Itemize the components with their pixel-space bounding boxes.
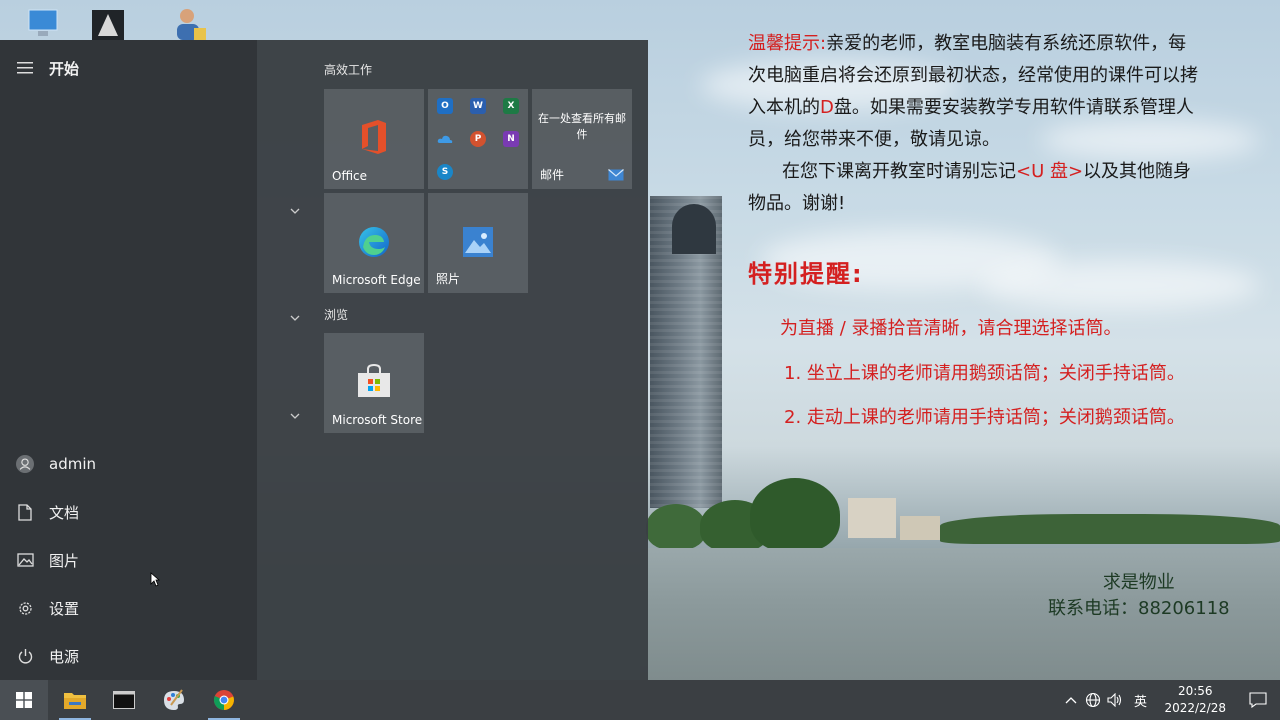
system-tray: 英 20:56 2022/2/28 — [1060, 680, 1280, 720]
folder-icon — [64, 693, 86, 709]
tile-label: Office — [332, 169, 368, 183]
tile-label: 照片 — [436, 272, 461, 286]
terminal-icon — [113, 691, 135, 709]
excel-icon: X — [503, 98, 519, 114]
pictures-label: 图片 — [49, 551, 80, 570]
powerpoint-icon: P — [470, 131, 486, 147]
office-icon — [324, 119, 424, 155]
mail-tile-text: 在一处查看所有邮件 — [538, 112, 626, 141]
app-shortcut-icon[interactable] — [90, 6, 126, 40]
special-reminder-line: 为直播 / 录播拾音清晰，请合理选择话筒。 — [780, 318, 1122, 339]
settings-label: 设置 — [49, 599, 80, 618]
tree — [646, 504, 706, 550]
user-name: admin — [49, 455, 96, 473]
store-icon — [324, 363, 424, 399]
notice-text: 物品。谢谢! — [748, 193, 846, 214]
cloud — [980, 260, 1260, 310]
paint-palette-icon — [164, 689, 184, 710]
photos-icon — [428, 227, 528, 257]
skype-icon: S — [437, 164, 453, 180]
property-name: 求是物业 — [1102, 572, 1175, 593]
start-menu-expand-button[interactable]: 开始 — [0, 46, 257, 90]
document-icon — [16, 503, 34, 521]
taskbar-paint-app[interactable] — [150, 680, 198, 720]
taskbar-terminal[interactable] — [100, 680, 148, 720]
tower-crown — [672, 204, 716, 254]
edge-icon — [324, 225, 424, 259]
notice-text: 入本机的 — [748, 97, 820, 118]
tile-microsoft-store[interactable]: Microsoft Store — [324, 333, 424, 433]
input-language-indicator[interactable]: 英 — [1126, 680, 1154, 720]
chevron-down-icon[interactable] — [288, 313, 302, 323]
taskbar-chrome[interactable] — [200, 680, 248, 720]
tile-photos[interactable]: 照片 — [428, 193, 528, 293]
tile-label: Microsoft Store — [332, 413, 423, 427]
notice-text: 次电脑重启将会还原到最初状态，经常使用的课件可以拷 — [748, 65, 1198, 86]
user-avatar-icon — [16, 455, 34, 473]
settings-button[interactable]: 设置 — [0, 586, 257, 630]
notice-highlight: D — [820, 97, 834, 118]
mail-icon — [608, 169, 624, 181]
documents-label: 文档 — [49, 503, 80, 522]
shoreline — [640, 478, 1280, 552]
notice-heading: 温馨提示: — [748, 33, 827, 54]
tree-line — [940, 514, 1280, 544]
group-label-productivity[interactable]: 高效工作 — [324, 61, 372, 78]
hamburger-icon — [16, 59, 34, 77]
taskbar-clock[interactable]: 20:56 2022/2/28 — [1154, 683, 1236, 717]
computer-icon[interactable] — [26, 6, 62, 40]
clock-date: 2022/2/28 — [1164, 701, 1226, 715]
tile-label: Microsoft Edge — [332, 273, 421, 287]
power-icon — [16, 647, 34, 665]
gear-icon — [16, 599, 34, 617]
taskbar: 英 20:56 2022/2/28 — [0, 680, 1280, 720]
special-reminder-title: 特别提醒: — [748, 260, 864, 288]
tile-label: 邮件 — [540, 168, 565, 182]
notice-text: 以及其他随身 — [1083, 161, 1192, 182]
notification-center-icon[interactable] — [1236, 680, 1280, 720]
wallpaper-notice: 温馨提示:亲爱的老师，教室电脑装有系统还原软件，每 次电脑重启将会还原到最初状态… — [748, 28, 1248, 220]
notice-highlight: <U 盘> — [1016, 161, 1084, 182]
documents-button[interactable]: 文档 — [0, 490, 257, 534]
notice-text: 在您下课离开教室时请别忘记 — [782, 161, 1016, 182]
tile-office-apps-folder[interactable]: O W X P N S — [428, 89, 528, 189]
group-label-browse[interactable]: 浏览 — [324, 306, 348, 323]
network-globe-icon[interactable] — [1082, 680, 1104, 720]
chevron-up-icon[interactable] — [1060, 680, 1082, 720]
property-contact: 求是物业 联系电话：88206118 — [1048, 570, 1230, 622]
notice-text: 亲爱的老师，教室电脑装有系统还原软件，每 — [826, 33, 1187, 54]
outlook-icon: O — [437, 98, 453, 114]
notice-text: 盘。如果需要安装教学专用软件请联系管理人 — [833, 97, 1194, 118]
chevron-down-icon[interactable] — [288, 411, 302, 421]
special-reminder-line: 2. 走动上课的老师请用手持话筒；关闭鹅颈话筒。 — [784, 407, 1185, 428]
mouse-cursor-icon — [150, 572, 160, 587]
tile-microsoft-edge[interactable]: Microsoft Edge — [324, 193, 424, 293]
power-label: 电源 — [49, 647, 80, 666]
tree — [750, 478, 840, 552]
taskbar-file-explorer[interactable] — [51, 680, 99, 720]
user-folder-icon[interactable] — [172, 6, 208, 40]
onenote-icon: N — [503, 131, 519, 147]
start-button[interactable] — [0, 680, 48, 720]
tile-mail[interactable]: 在一处查看所有邮件 邮件 — [532, 89, 632, 189]
start-menu: 开始 admin 文档 图片 设置 电源 高效工作 浏览 Office O W … — [0, 40, 648, 680]
start-menu-sidebar: 开始 admin 文档 图片 设置 电源 — [0, 40, 257, 680]
onedrive-icon — [437, 131, 453, 147]
tile-office[interactable]: Office — [324, 89, 424, 189]
power-button[interactable]: 电源 — [0, 634, 257, 678]
chrome-icon — [213, 690, 234, 711]
windows-logo-icon — [16, 692, 32, 708]
user-account-button[interactable]: admin — [0, 442, 257, 486]
notice-text: 员，给您带来不便，敬请见谅。 — [748, 129, 1000, 150]
pictures-button[interactable]: 图片 — [0, 538, 257, 582]
special-reminder-line: 1. 坐立上课的老师请用鹅颈话筒；关闭手持话筒。 — [784, 363, 1185, 384]
picture-icon — [16, 551, 34, 569]
chevron-down-icon[interactable] — [288, 206, 302, 216]
start-menu-title: 开始 — [49, 59, 80, 78]
volume-icon[interactable] — [1104, 680, 1126, 720]
contact-phone: 联系电话：88206118 — [1048, 598, 1230, 619]
clock-time: 20:56 — [1177, 684, 1213, 698]
word-icon: W — [470, 98, 486, 114]
